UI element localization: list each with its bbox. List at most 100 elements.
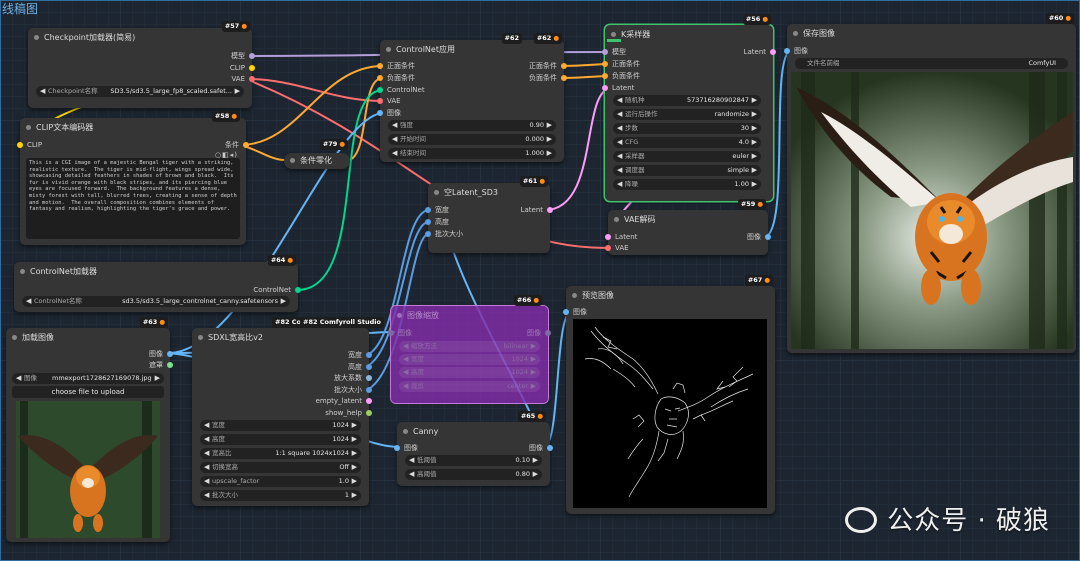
collapse-dot-icon[interactable] xyxy=(386,47,391,52)
arrow-left-icon[interactable]: ◀ xyxy=(204,420,209,431)
socket-icon[interactable] xyxy=(425,219,431,225)
arrow-left-icon[interactable]: ◀ xyxy=(392,148,397,159)
socket-icon[interactable] xyxy=(167,362,173,368)
output-negative[interactable]: 负面条件 xyxy=(529,73,567,83)
socket-icon[interactable] xyxy=(388,330,394,336)
arrow-right-icon[interactable]: ▶ xyxy=(547,148,552,159)
socket-icon[interactable] xyxy=(425,231,431,237)
arrow-right-icon[interactable]: ▶ xyxy=(752,151,757,162)
arrow-right-icon[interactable]: ▶ xyxy=(352,434,357,445)
arrow-left-icon[interactable]: ◀ xyxy=(403,367,408,378)
output-latent[interactable]: Latent xyxy=(744,47,776,57)
arrow-left-icon[interactable]: ◀ xyxy=(204,434,209,445)
arrow-right-icon[interactable]: ▶ xyxy=(533,469,538,480)
aspect-ratio-widget[interactable]: ◀ 宽高比 1:1 square 1024x1024 ▶ xyxy=(200,448,361,459)
arrow-right-icon[interactable]: ▶ xyxy=(235,86,240,97)
output-vae[interactable]: VAE xyxy=(231,74,255,84)
arrow-left-icon[interactable]: ◀ xyxy=(204,476,209,487)
input-batch-size[interactable]: 批次大小 xyxy=(425,229,463,239)
strength-widget[interactable]: ◀ 强度 0.90 ▶ xyxy=(388,120,556,131)
collapse-dot-icon[interactable] xyxy=(403,429,408,434)
collapse-dot-icon[interactable] xyxy=(397,313,402,318)
scheduler-widget[interactable]: ◀ 调度器 simple ▶ xyxy=(613,165,761,176)
socket-icon[interactable] xyxy=(295,287,301,293)
crop-widget[interactable]: ◀ 裁剪 center ▶ xyxy=(399,381,540,392)
node-empty-latent-sd3[interactable]: #61 ● 空Latent_SD3 宽度 高度 批次大小 Latent xyxy=(425,176,553,253)
input-latent[interactable]: Latent xyxy=(602,83,634,93)
cfg-widget[interactable]: ◀ CFG 4.0 ▶ xyxy=(613,137,761,148)
collapse-dot-icon[interactable] xyxy=(572,293,577,298)
collapse-dot-icon[interactable] xyxy=(12,335,17,340)
socket-icon[interactable] xyxy=(784,48,790,54)
arrow-left-icon[interactable]: ◀ xyxy=(617,95,622,106)
arrow-left-icon[interactable]: ◀ xyxy=(392,134,397,145)
output-batch-size[interactable]: 批次大小 xyxy=(334,385,372,395)
arrow-right-icon[interactable]: ▶ xyxy=(752,109,757,120)
input-image[interactable]: 图像 xyxy=(377,108,401,118)
node-save-image[interactable]: #60 ● 保存图像 图像 文件名前缀 ComfyUI xyxy=(784,13,1076,353)
socket-icon[interactable] xyxy=(605,234,611,240)
collapse-dot-icon[interactable] xyxy=(611,32,616,37)
input-positive[interactable]: 正面条件 xyxy=(377,61,415,71)
output-image[interactable]: 图像 xyxy=(747,232,771,242)
node-sdxl-aspect-ratio[interactable]: #82 Cor #82 Comfyroll Studio SDXL宽高比v2 宽… xyxy=(192,317,384,506)
end-percent-widget[interactable]: ◀ 结束时间 1.000 ▶ xyxy=(388,148,556,159)
collapse-dot-icon[interactable] xyxy=(614,217,619,222)
arrow-left-icon[interactable]: ◀ xyxy=(204,490,209,501)
node-conditioning-zero-out[interactable]: #79 ● 条件零化 xyxy=(284,139,350,169)
collapse-dot-icon[interactable] xyxy=(793,31,798,36)
ckpt-name-widget[interactable]: ◀ Checkpoint名称 SD3.5/sd3.5_large_fp8_scale… xyxy=(36,86,244,97)
arrow-left-icon[interactable]: ◀ xyxy=(617,165,622,176)
output-latent[interactable]: Latent xyxy=(521,205,553,215)
arrow-right-icon[interactable]: ▶ xyxy=(752,165,757,176)
width-widget[interactable]: ◀ 宽度 1024 ▶ xyxy=(200,420,361,431)
socket-icon[interactable] xyxy=(377,110,383,116)
output-upscale-factor[interactable]: 放大系数 xyxy=(334,373,372,383)
input-controlnet[interactable]: ControlNet xyxy=(377,85,425,95)
arrow-left-icon[interactable]: ◀ xyxy=(409,455,414,466)
input-positive[interactable]: 正面条件 xyxy=(602,59,640,69)
socket-icon[interactable] xyxy=(602,61,608,67)
socket-icon[interactable] xyxy=(394,445,400,451)
node-ksampler[interactable]: #56 ● K采样器 模型 正面条件 负面条件 Latent Latent ◀ 随机… xyxy=(602,14,776,201)
socket-icon[interactable] xyxy=(561,63,567,69)
node-checkpoint-loader[interactable]: #57 ● Checkpoint加载器(简易) 模型 CLIP VAE ◀ Chec… xyxy=(28,21,255,108)
arrow-right-icon[interactable]: ▶ xyxy=(352,462,357,473)
arrow-left-icon[interactable]: ◀ xyxy=(617,137,622,148)
arrow-right-icon[interactable]: ▶ xyxy=(752,137,757,148)
socket-icon[interactable] xyxy=(366,410,372,416)
socket-icon[interactable] xyxy=(366,375,372,381)
arrow-left-icon[interactable]: ◀ xyxy=(617,151,622,162)
node-controlnet-loader[interactable]: #64 ● ControlNet加载器 ControlNet ◀ ControlNe… xyxy=(14,255,301,312)
arrow-right-icon[interactable]: ▶ xyxy=(531,354,536,365)
socket-icon[interactable] xyxy=(249,65,255,71)
socket-icon[interactable] xyxy=(605,245,611,251)
arrow-right-icon[interactable]: ▶ xyxy=(531,341,536,352)
arrow-left-icon[interactable]: ◀ xyxy=(26,296,31,307)
socket-icon[interactable] xyxy=(366,387,372,393)
input-vae[interactable]: VAE xyxy=(377,96,401,106)
node-preview-image[interactable]: #67 ● 预览图像 图像 xyxy=(563,275,775,514)
input-model[interactable]: 模型 xyxy=(602,47,626,57)
socket-icon[interactable] xyxy=(425,207,431,213)
width-widget[interactable]: ◀ 宽度 1024 ▶ xyxy=(399,354,540,365)
arrow-left-icon[interactable]: ◀ xyxy=(16,373,21,384)
arrow-left-icon[interactable]: ◀ xyxy=(204,462,209,473)
collapse-dot-icon[interactable] xyxy=(434,190,439,195)
filename-prefix-widget[interactable]: 文件名前缀 ComfyUI xyxy=(795,58,1068,69)
input-height[interactable]: 高度 xyxy=(425,217,449,227)
sampler-widget[interactable]: ◀ 采样器 euler ▶ xyxy=(613,151,761,162)
collapse-dot-icon[interactable] xyxy=(290,158,295,163)
input-width[interactable]: 宽度 xyxy=(425,205,449,215)
socket-icon[interactable] xyxy=(17,142,23,148)
input-image-preview[interactable] xyxy=(16,401,160,538)
arrow-left-icon[interactable]: ◀ xyxy=(617,179,622,190)
socket-icon[interactable] xyxy=(602,49,608,55)
output-width[interactable]: 宽度 xyxy=(348,350,372,360)
canny-preview-image[interactable] xyxy=(573,319,767,508)
upload-button[interactable]: choose file to upload xyxy=(12,386,164,398)
arrow-left-icon[interactable]: ◀ xyxy=(617,123,622,134)
socket-icon[interactable] xyxy=(249,76,255,82)
steps-widget[interactable]: ◀ 步数 30 ▶ xyxy=(613,123,761,134)
collapse-dot-icon[interactable] xyxy=(26,125,31,130)
